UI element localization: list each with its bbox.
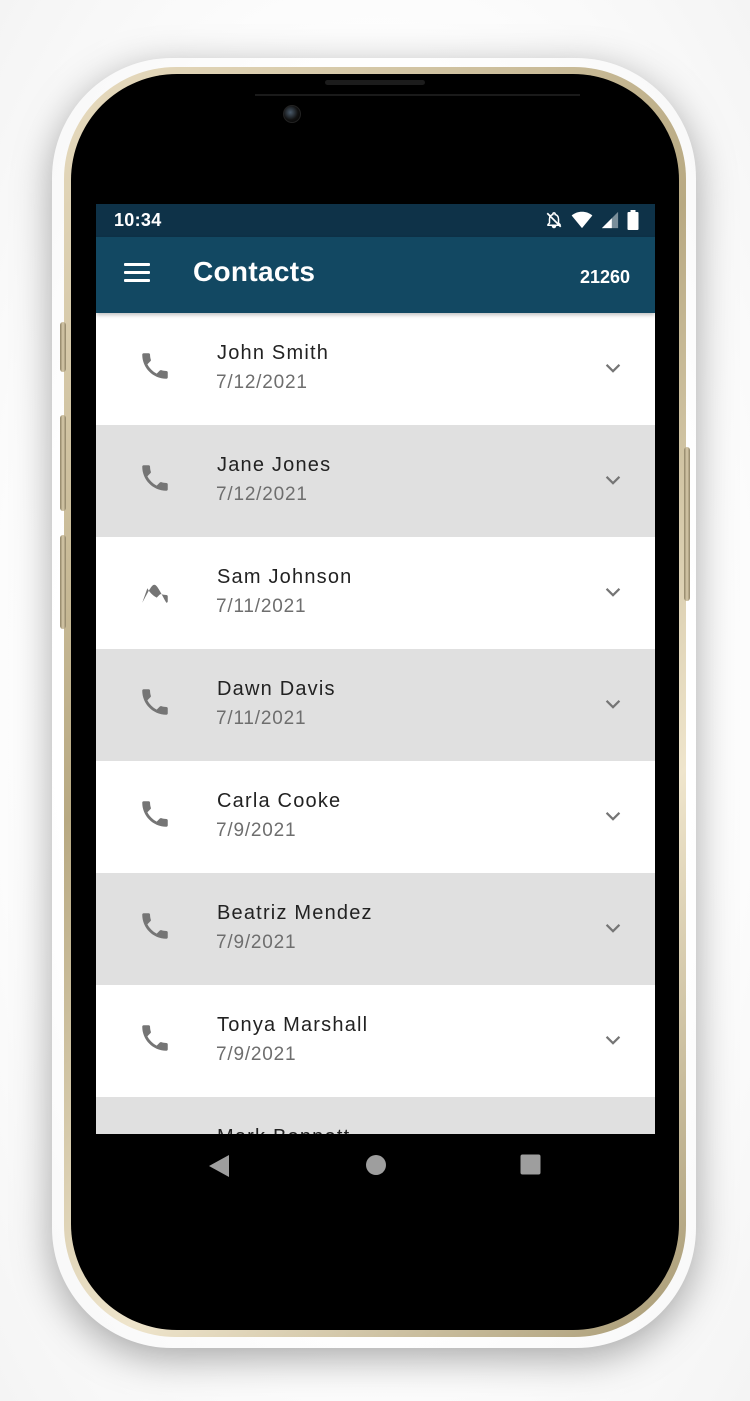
chevron-down-icon[interactable]	[602, 805, 624, 827]
contact-name: Carla Cooke	[217, 790, 342, 812]
home-icon[interactable]	[365, 1154, 387, 1176]
contact-row[interactable]: Carla Cooke 7/9/2021	[96, 761, 655, 873]
contact-date: 7/12/2021	[216, 372, 308, 393]
hamburger-menu-icon[interactable]	[122, 261, 152, 285]
bezel-line	[255, 94, 580, 96]
contact-name: Tonya Marshall	[217, 1014, 369, 1036]
volume-down-button	[60, 535, 66, 629]
phone-icon	[142, 465, 168, 491]
contact-row[interactable]: Jane Jones 7/12/2021	[96, 425, 655, 537]
earpiece-speaker	[325, 80, 425, 85]
chevron-down-icon[interactable]	[602, 357, 624, 379]
notifications-off-icon	[546, 212, 562, 229]
wifi-icon	[571, 211, 593, 229]
chevron-down-icon[interactable]	[602, 581, 624, 603]
status-icons	[545, 210, 639, 230]
status-time: 10:34	[114, 210, 162, 230]
chevron-down-icon[interactable]	[602, 693, 624, 715]
app-screen: 10:34 Contacts 21260 John Smith 7/12/202…	[96, 204, 655, 1134]
contact-name: John Smith	[217, 342, 330, 364]
recents-icon[interactable]	[520, 1154, 541, 1175]
battery-icon	[627, 210, 639, 230]
contact-date: 7/12/2021	[216, 484, 308, 505]
contact-name: Jane Jones	[217, 454, 332, 476]
contact-date: 7/9/2021	[216, 1044, 297, 1065]
contact-row[interactable]: Tonya Marshall 7/9/2021	[96, 985, 655, 1097]
contact-row[interactable]: Dawn Davis 7/11/2021	[96, 649, 655, 761]
phone-icon	[142, 1025, 168, 1051]
back-icon[interactable]	[208, 1154, 230, 1178]
phone-icon	[142, 801, 168, 827]
contact-list: John Smith 7/12/2021 Jane Jones 7/12/202…	[96, 313, 655, 1134]
contact-date: 7/9/2021	[216, 932, 297, 953]
contact-row[interactable]: Sam Johnson 7/11/2021	[96, 537, 655, 649]
chevron-down-icon[interactable]	[602, 1029, 624, 1051]
contact-row[interactable]: John Smith 7/12/2021	[96, 313, 655, 425]
front-camera	[283, 105, 301, 123]
phone-icon	[142, 689, 168, 715]
phone-icon	[142, 353, 168, 379]
contact-date: 7/9/2021	[216, 820, 297, 841]
cell-signal-icon	[601, 211, 619, 229]
volume-up-button	[60, 415, 66, 511]
page-title: Contacts	[193, 256, 316, 287]
contact-name: Beatriz Mendez	[217, 902, 373, 924]
mute-switch	[60, 322, 66, 372]
contact-row[interactable]: Beatriz Mendez 7/9/2021	[96, 873, 655, 985]
system-nav-bar	[96, 1134, 655, 1198]
phone-icon	[142, 584, 168, 603]
status-bar: 10:34	[96, 204, 655, 237]
contact-name: Dawn Davis	[217, 678, 336, 700]
phone-icon	[142, 913, 168, 939]
chevron-down-icon[interactable]	[602, 917, 624, 939]
app-bar: Contacts 21260	[96, 237, 655, 313]
contact-date: 7/11/2021	[216, 708, 307, 729]
device-stage: 10:34 Contacts 21260 John Smith 7/12/202…	[0, 0, 750, 1401]
contact-name: Mark Bennett	[217, 1126, 350, 1134]
contact-row[interactable]: Mark Bennett	[96, 1097, 655, 1134]
contact-count: 21260	[579, 267, 630, 287]
power-button	[684, 447, 690, 601]
contact-date: 7/11/2021	[216, 596, 307, 617]
contact-name: Sam Johnson	[217, 566, 353, 588]
chevron-down-icon[interactable]	[602, 469, 624, 491]
